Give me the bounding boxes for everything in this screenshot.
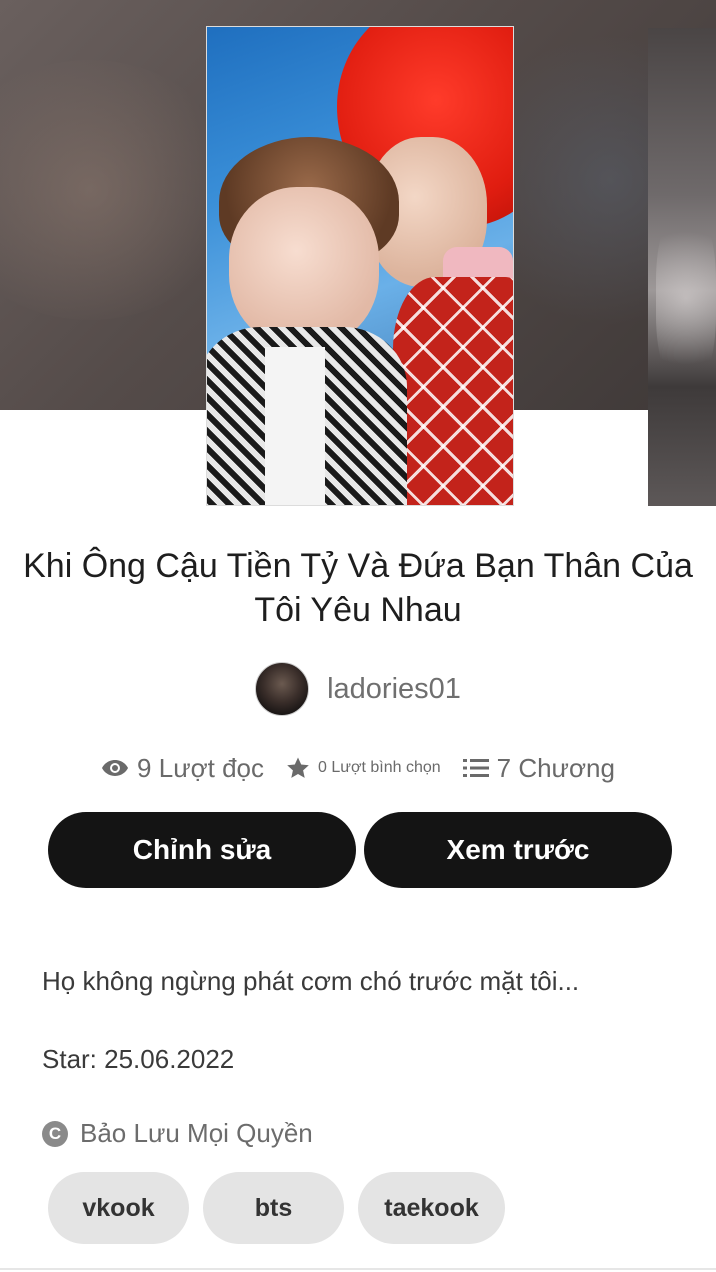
next-story-cover[interactable] (648, 28, 716, 506)
copyright-text: Bảo Lưu Mọi Quyền (80, 1118, 313, 1148)
copyright-icon: C (42, 1120, 68, 1147)
tag-bts[interactable]: bts (203, 1172, 344, 1244)
author-row[interactable]: ladories01 (0, 662, 716, 716)
preview-button[interactable]: Xem trước (364, 812, 672, 888)
votes-count: 0 Lượt bình chọn (318, 759, 441, 776)
list-icon (462, 757, 489, 779)
story-cover-image[interactable] (206, 26, 514, 506)
story-start-date: Star: 25.06.2022 (42, 1044, 235, 1074)
eye-icon (101, 758, 129, 778)
star-icon (286, 756, 310, 780)
story-stats: 9 Lượt đọc 0 Lượt bình chọn 7 Chương (0, 748, 716, 788)
reads-count: 9 Lượt đọc (137, 752, 265, 783)
story-description: Họ không ngừng phát cơm chó trước mặt tô… (42, 966, 580, 996)
story-title: Khi Ông Cậu Tiền Tỷ Và Đứa Bạn Thân Của … (23, 547, 693, 629)
tag-taekook[interactable]: taekook (358, 1172, 505, 1244)
author-avatar[interactable] (255, 662, 310, 716)
edit-button[interactable]: Chỉnh sửa (48, 812, 356, 888)
cover-art-sweater (393, 277, 513, 505)
chapters-stat: 7 Chương (462, 752, 615, 784)
votes-stat: 0 Lượt bình chọn (286, 756, 441, 780)
author-name[interactable]: ladories01 (327, 673, 461, 706)
next-cover-highlight (656, 208, 716, 388)
background-blur-left (0, 60, 240, 320)
chapters-count: 7 Chương (496, 752, 615, 783)
tag-vkook[interactable]: vkook (48, 1172, 189, 1244)
copyright-row: C Bảo Lưu Mọi Quyền (42, 1118, 313, 1149)
tag-list: vkook bts taekook (48, 1172, 505, 1244)
cover-art-face-left (229, 187, 379, 347)
action-buttons: Chỉnh sửa Xem trước (48, 812, 672, 888)
bottom-divider (0, 1268, 716, 1270)
reads-stat: 9 Lượt đọc (101, 753, 264, 784)
cover-art-shirt (265, 347, 325, 505)
